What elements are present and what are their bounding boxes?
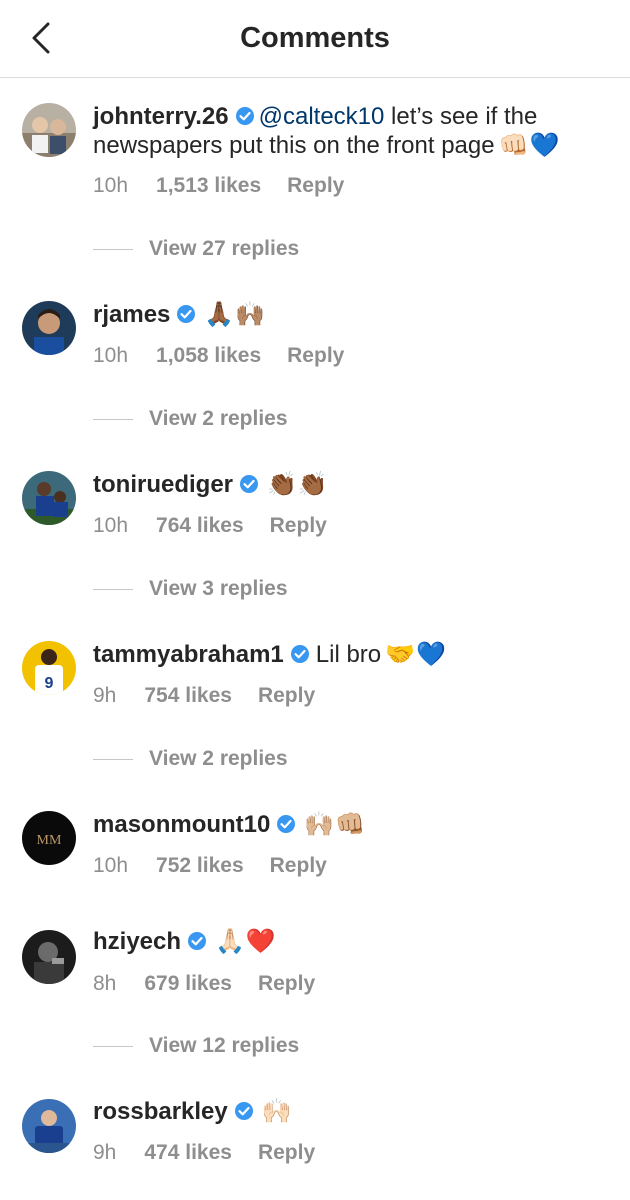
comment-emoji: 🙌🏻 xyxy=(261,1098,293,1125)
comment-text: masonmount10 🙌🏼👊🏼 xyxy=(93,810,613,839)
username[interactable]: toniruediger xyxy=(93,471,233,498)
comment-meta: 10h 1,058 likes Reply xyxy=(93,344,344,368)
avatar-johnterry[interactable] xyxy=(22,103,76,157)
mention-link[interactable]: @calteck10 xyxy=(259,103,385,130)
comment-emoji: 👏🏾👏🏾 xyxy=(267,471,329,498)
reply-button[interactable]: Reply xyxy=(258,1141,315,1165)
verified-badge-icon xyxy=(188,932,207,950)
reply-button[interactable]: Reply xyxy=(270,514,327,538)
view-replies-button[interactable]: View 3 replies xyxy=(93,577,288,601)
comment-text: hziyech 🙏🏻❤️ xyxy=(93,927,613,956)
avatar-rossbarkley[interactable] xyxy=(22,1099,76,1153)
comment-time: 10h xyxy=(93,514,129,537)
comment-time: 8h xyxy=(93,972,117,995)
view-replies-label: View 12 replies xyxy=(149,1034,300,1057)
view-replies-button[interactable]: View 12 replies xyxy=(93,1034,299,1058)
comment-body: Lil bro xyxy=(315,641,382,668)
comment-text: johnterry.26 @calteck10 let’s see if the … xyxy=(93,102,613,160)
comment-meta: 9h 474 likes Reply xyxy=(93,1141,315,1165)
likes-count[interactable]: 679 likes xyxy=(144,972,232,996)
verified-badge-icon xyxy=(234,1102,253,1120)
comment-emoji: 🤝💙 xyxy=(385,641,447,668)
view-replies-button[interactable]: View 2 replies xyxy=(93,407,288,431)
verified-badge-icon xyxy=(277,815,296,833)
avatar-hziyech[interactable] xyxy=(22,930,76,984)
page-title: Comments xyxy=(240,22,390,54)
likes-count[interactable]: 474 likes xyxy=(144,1141,232,1165)
username[interactable]: tammyabraham1 xyxy=(93,641,284,668)
view-replies-label: View 27 replies xyxy=(149,237,300,260)
reply-button[interactable]: Reply xyxy=(287,344,344,368)
comment-meta: 9h 754 likes Reply xyxy=(93,684,315,708)
comment-time: 10h xyxy=(93,854,129,877)
view-replies-button[interactable]: View 2 replies xyxy=(93,747,288,771)
comment-meta: 10h 764 likes Reply xyxy=(93,514,327,538)
username[interactable]: rossbarkley xyxy=(93,1098,228,1125)
view-replies-label: View 3 replies xyxy=(149,577,288,600)
comment-text: tammyabraham1 Lil bro 🤝💙 xyxy=(93,640,613,669)
reply-button[interactable]: Reply xyxy=(287,174,344,198)
username[interactable]: johnterry.26 xyxy=(93,103,229,130)
comment-meta: 8h 679 likes Reply xyxy=(93,972,315,996)
reply-button[interactable]: Reply xyxy=(258,972,315,996)
verified-badge-icon xyxy=(240,475,259,493)
divider-line xyxy=(93,248,133,250)
verified-badge-icon xyxy=(177,305,196,323)
avatar-toniruediger[interactable] xyxy=(22,471,76,525)
comment-time: 10h xyxy=(93,174,129,197)
comment-text: toniruediger 👏🏾👏🏾 xyxy=(93,470,613,499)
reply-button[interactable]: Reply xyxy=(258,684,315,708)
verified-badge-icon xyxy=(290,645,309,663)
comment-time: 9h xyxy=(93,684,117,707)
verified-badge-icon xyxy=(235,107,254,125)
avatar-tammyabraham[interactable]: 9 xyxy=(22,641,76,695)
view-replies-button[interactable]: View 27 replies xyxy=(93,237,299,261)
comment-meta: 10h 1,513 likes Reply xyxy=(93,174,344,198)
avatar-rjames[interactable] xyxy=(22,301,76,355)
username[interactable]: rjames xyxy=(93,301,170,328)
svg-text:9: 9 xyxy=(45,675,54,692)
likes-count[interactable]: 1,513 likes xyxy=(156,174,261,198)
likes-count[interactable]: 1,058 likes xyxy=(156,344,261,368)
comment-meta: 10h 752 likes Reply xyxy=(93,854,327,878)
divider-line xyxy=(93,1045,133,1047)
likes-count[interactable]: 752 likes xyxy=(156,854,244,878)
username[interactable]: masonmount10 xyxy=(93,811,270,838)
view-replies-label: View 2 replies xyxy=(149,407,288,430)
divider-line xyxy=(93,418,133,420)
comment-emoji: 👊🏻💙 xyxy=(498,132,561,159)
comment-text: rossbarkley 🙌🏻 xyxy=(93,1097,613,1126)
top-bar: Comments xyxy=(0,0,630,78)
divider-line xyxy=(93,758,133,760)
comment-text: rjames 🙏🏾🙌🏽 xyxy=(93,300,613,329)
likes-count[interactable]: 754 likes xyxy=(144,684,232,708)
divider-line xyxy=(93,588,133,590)
likes-count[interactable]: 764 likes xyxy=(156,514,244,538)
comment-emoji: 🙏🏻❤️ xyxy=(215,928,277,955)
comment-time: 9h xyxy=(93,1141,117,1164)
avatar-monogram: MM xyxy=(37,833,62,848)
comment-time: 10h xyxy=(93,344,129,367)
username[interactable]: hziyech xyxy=(93,928,181,955)
comment-emoji: 🙌🏼👊🏼 xyxy=(304,811,367,838)
view-replies-label: View 2 replies xyxy=(149,747,288,770)
avatar-masonmount[interactable]: MM xyxy=(22,811,76,865)
reply-button[interactable]: Reply xyxy=(270,854,327,878)
comment-emoji: 🙏🏾🙌🏽 xyxy=(204,301,267,328)
